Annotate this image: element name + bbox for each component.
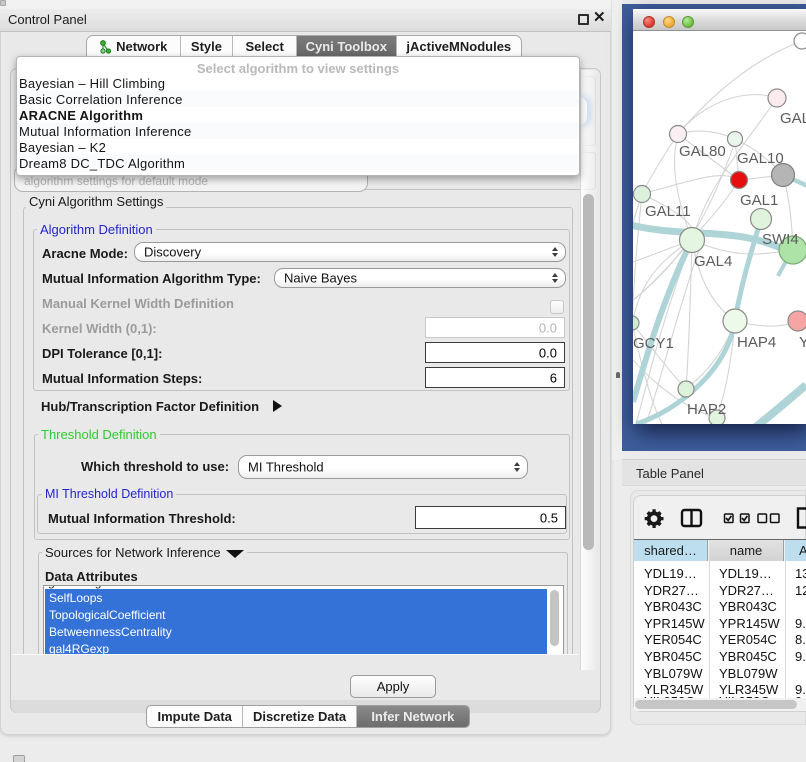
svg-text:GAL80: GAL80: [679, 143, 726, 160]
svg-text:HAP4: HAP4: [737, 334, 776, 351]
svg-text:GAL: GAL: [780, 110, 806, 127]
svg-text:GAL1: GAL1: [740, 192, 778, 209]
svg-text:Y: Y: [799, 334, 806, 351]
svg-text:SWI4: SWI4: [762, 231, 799, 248]
svg-text:GAL10: GAL10: [737, 150, 784, 167]
svg-text:GCY1: GCY1: [633, 335, 674, 352]
svg-text:GAL4: GAL4: [694, 253, 732, 270]
svg-text:GAL11: GAL11: [645, 203, 691, 220]
svg-text:HAP2: HAP2: [687, 401, 726, 418]
